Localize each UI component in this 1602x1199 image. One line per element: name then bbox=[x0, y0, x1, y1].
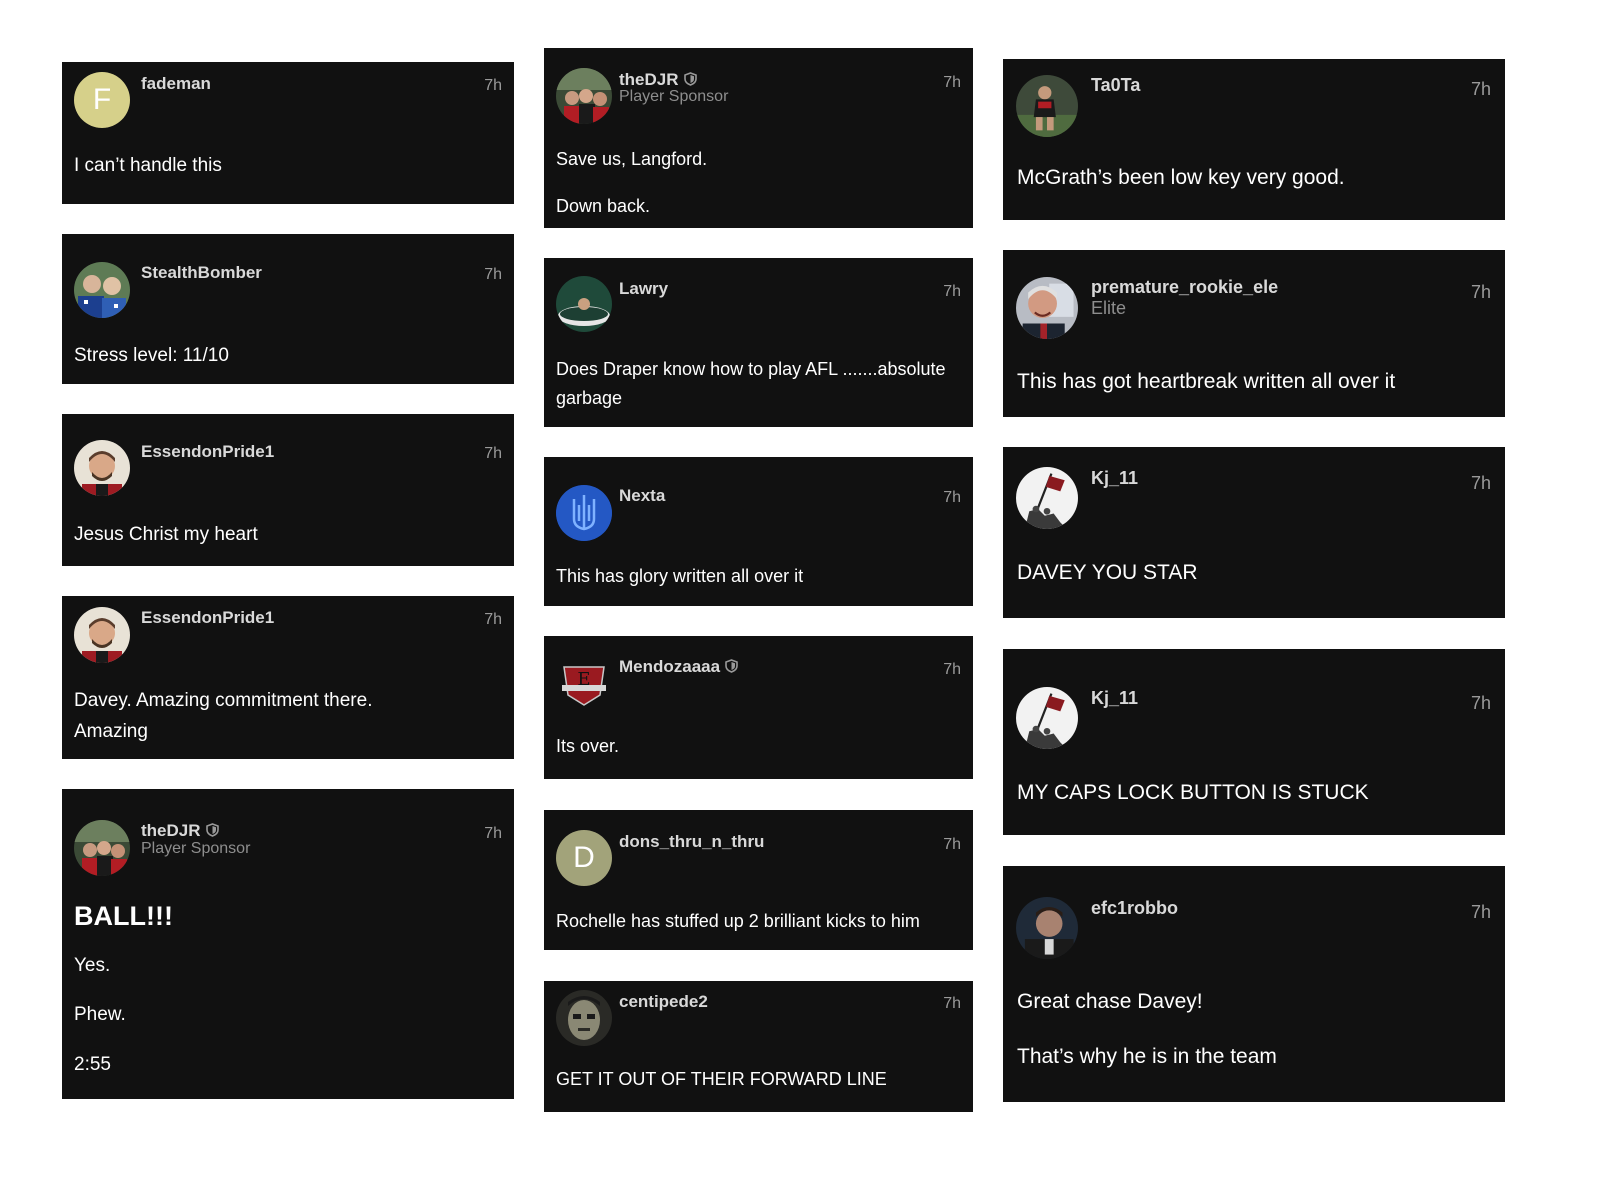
comment-card[interactable]: efc1robbo 7h Great chase Davey! That’s w… bbox=[1003, 866, 1505, 1102]
username[interactable]: EssendonPride1 bbox=[141, 608, 274, 628]
timestamp: 7h bbox=[484, 77, 502, 94]
comment-card[interactable]: D dons_thru_n_thru 7h Rochelle has stuff… bbox=[544, 810, 973, 950]
username[interactable]: Nexta bbox=[619, 486, 665, 506]
comment-card[interactable]: Ta0Ta 7h McGrath’s been low key very goo… bbox=[1003, 59, 1505, 220]
comment-text: Its over. bbox=[556, 736, 620, 756]
comment-text: 2:55 bbox=[74, 1054, 111, 1075]
comment-text: Stress level: 11/10 bbox=[74, 345, 229, 366]
comment-text: Great chase Davey! bbox=[1017, 990, 1203, 1013]
comment-text: Phew. bbox=[74, 1004, 126, 1025]
comment-text: Amazing bbox=[74, 721, 148, 742]
avatar[interactable] bbox=[1016, 277, 1078, 339]
avatar-letter: F bbox=[92, 83, 112, 116]
timestamp: 7h bbox=[943, 74, 961, 91]
timestamp: 7h bbox=[943, 836, 961, 853]
comment-card[interactable]: Kj_11 7h DAVEY YOU STAR bbox=[1003, 447, 1505, 618]
username[interactable]: Ta0Ta bbox=[1091, 75, 1140, 96]
timestamp: 7h bbox=[943, 995, 961, 1012]
timestamp: 7h bbox=[1470, 473, 1491, 493]
comment-text: GET IT OUT OF THEIR FORWARD LINE bbox=[556, 1069, 887, 1089]
username-text: theDJR bbox=[619, 70, 679, 89]
timestamp: 7h bbox=[1470, 79, 1491, 99]
flag-raising-avatar[interactable] bbox=[1016, 467, 1078, 529]
timestamp: 7h bbox=[484, 266, 502, 283]
avatar-letter: D bbox=[573, 841, 595, 874]
shield-icon bbox=[725, 658, 738, 678]
comment-text: MY CAPS LOCK BUTTON IS STUCK bbox=[1017, 781, 1369, 804]
comment-card[interactable]: E Mendozaaaa 7h Its over. bbox=[544, 636, 973, 779]
username[interactable]: premature_rookie_ele bbox=[1091, 277, 1278, 298]
avatar[interactable] bbox=[74, 820, 130, 876]
avatar[interactable] bbox=[74, 440, 130, 496]
comment-text: Down back. bbox=[556, 196, 651, 216]
club-logo-avatar[interactable]: E bbox=[556, 655, 612, 711]
timestamp: 7h bbox=[943, 661, 961, 678]
username[interactable]: Mendozaaaa bbox=[619, 657, 738, 678]
comment-text: This has got heartbreak written all over… bbox=[1017, 370, 1396, 393]
comment-text: That’s why he is in the team bbox=[1017, 1045, 1277, 1068]
timestamp: 7h bbox=[484, 445, 502, 462]
comment-card[interactable]: centipede2 7h GET IT OUT OF THEIR FORWAR… bbox=[544, 981, 973, 1112]
username-text: Mendozaaaa bbox=[619, 657, 721, 676]
comment-card[interactable]: StealthBomber 7h Stress level: 11/10 bbox=[62, 234, 514, 384]
svg-text:E: E bbox=[577, 669, 590, 690]
comment-text: Save us, Langford. bbox=[556, 149, 708, 169]
user-role: Player Sponsor bbox=[141, 840, 251, 857]
comment-text: Davey. Amazing commitment there. bbox=[74, 690, 373, 711]
avatar[interactable] bbox=[1016, 75, 1078, 137]
avatar[interactable] bbox=[1016, 897, 1078, 959]
comment-card[interactable]: EssendonPride1 7h Jesus Christ my heart bbox=[62, 414, 514, 566]
timestamp: 7h bbox=[484, 611, 502, 628]
username[interactable]: dons_thru_n_thru bbox=[619, 832, 764, 852]
timestamp: 7h bbox=[1470, 693, 1491, 713]
username[interactable]: efc1robbo bbox=[1091, 898, 1178, 919]
timestamp: 7h bbox=[943, 489, 961, 506]
username[interactable]: theDJR bbox=[141, 821, 219, 842]
comment-card[interactable]: premature_rookie_ele Elite 7h This has g… bbox=[1003, 250, 1505, 417]
comment-text: I can’t handle this bbox=[74, 155, 222, 176]
avatar[interactable] bbox=[556, 276, 612, 332]
comment-text: DAVEY YOU STAR bbox=[1017, 561, 1198, 584]
avatar[interactable] bbox=[556, 68, 612, 124]
timestamp: 7h bbox=[484, 825, 502, 842]
comment-card[interactable]: Lawry 7h Does Draper know how to play AF… bbox=[544, 258, 973, 427]
username[interactable]: fademan bbox=[141, 74, 211, 94]
comment-text: Yes. bbox=[74, 955, 111, 976]
user-role: Elite bbox=[1091, 298, 1127, 318]
comment-card[interactable]: theDJR Player Sponsor 7h BALL!!! Yes. Ph… bbox=[62, 789, 514, 1099]
avatar-letter-f[interactable]: F bbox=[74, 72, 130, 128]
comment-card[interactable]: Kj_11 7h MY CAPS LOCK BUTTON IS STUCK bbox=[1003, 649, 1505, 835]
flag-raising-avatar[interactable] bbox=[1016, 687, 1078, 749]
avatar[interactable] bbox=[74, 262, 130, 318]
avatar[interactable] bbox=[556, 990, 612, 1046]
comment-text: This has glory written all over it bbox=[556, 566, 804, 586]
comment-heading: BALL!!! bbox=[74, 901, 173, 931]
comment-text: Jesus Christ my heart bbox=[74, 524, 258, 545]
username-text: theDJR bbox=[141, 821, 201, 840]
username[interactable]: EssendonPride1 bbox=[141, 442, 274, 462]
comment-text: Rochelle has stuffed up 2 brilliant kick… bbox=[556, 911, 920, 931]
timestamp: 7h bbox=[1470, 902, 1491, 922]
username[interactable]: Kj_11 bbox=[1091, 468, 1138, 489]
username[interactable]: Lawry bbox=[619, 279, 668, 299]
comment-card[interactable]: Nexta 7h This has glory written all over… bbox=[544, 457, 973, 606]
username[interactable]: Kj_11 bbox=[1091, 688, 1138, 709]
user-role: Player Sponsor bbox=[619, 88, 729, 105]
comment-card[interactable]: EssendonPride1 7h Davey. Amazing commitm… bbox=[62, 596, 514, 759]
timestamp: 7h bbox=[943, 283, 961, 300]
username[interactable]: centipede2 bbox=[619, 992, 708, 1012]
comment-card[interactable]: F fademan 7h I can’t handle this bbox=[62, 62, 514, 204]
shield-icon bbox=[205, 822, 219, 842]
comment-text: garbage bbox=[556, 388, 623, 408]
username[interactable]: StealthBomber bbox=[141, 263, 262, 283]
timestamp: 7h bbox=[1470, 282, 1491, 302]
trident-avatar[interactable] bbox=[556, 485, 612, 541]
comment-text: McGrath’s been low key very good. bbox=[1017, 166, 1345, 189]
avatar[interactable] bbox=[74, 607, 130, 663]
comment-text: Does Draper know how to play AFL .......… bbox=[556, 359, 946, 379]
comment-card[interactable]: theDJR Player Sponsor 7h Save us, Langfo… bbox=[544, 48, 973, 228]
avatar-letter-d[interactable]: D bbox=[556, 830, 612, 886]
